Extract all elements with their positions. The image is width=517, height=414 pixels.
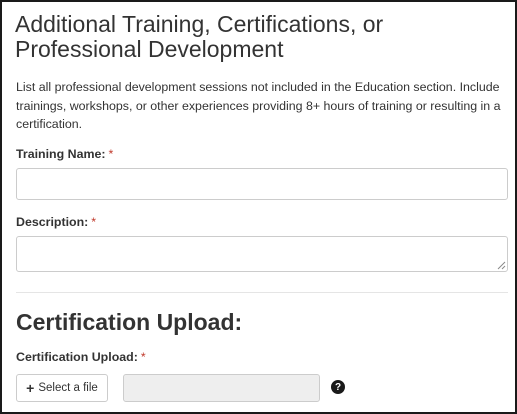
select-file-button[interactable]: + Select a file — [16, 374, 108, 402]
required-mark: * — [140, 350, 146, 364]
description-label: Description: * — [16, 215, 96, 229]
plus-icon: + — [26, 380, 35, 396]
selected-file-display — [123, 374, 320, 402]
certification-upload-label: Certification Upload: * — [16, 350, 146, 364]
select-file-label: Select a file — [38, 382, 98, 394]
training-name-input[interactable] — [16, 168, 508, 200]
resize-grip-icon[interactable] — [497, 261, 506, 270]
form-panel: Additional Training, Certifications, or … — [0, 0, 517, 414]
training-name-label: Training Name: * — [16, 147, 113, 161]
required-mark: * — [91, 215, 97, 229]
section-divider — [16, 292, 508, 293]
required-mark: * — [108, 147, 114, 161]
description-label-text: Description: — [16, 215, 89, 229]
question-circle-icon[interactable]: ? — [331, 380, 345, 394]
section-title-training: Additional Training, Certifications, or … — [15, 11, 384, 62]
description-textarea[interactable] — [16, 236, 508, 272]
certification-upload-label-text: Certification Upload: — [16, 350, 138, 364]
training-name-label-text: Training Name: — [16, 147, 106, 161]
training-help-text: List all professional development sessio… — [16, 80, 501, 131]
section-title-certification: Certification Upload: — [16, 309, 243, 335]
